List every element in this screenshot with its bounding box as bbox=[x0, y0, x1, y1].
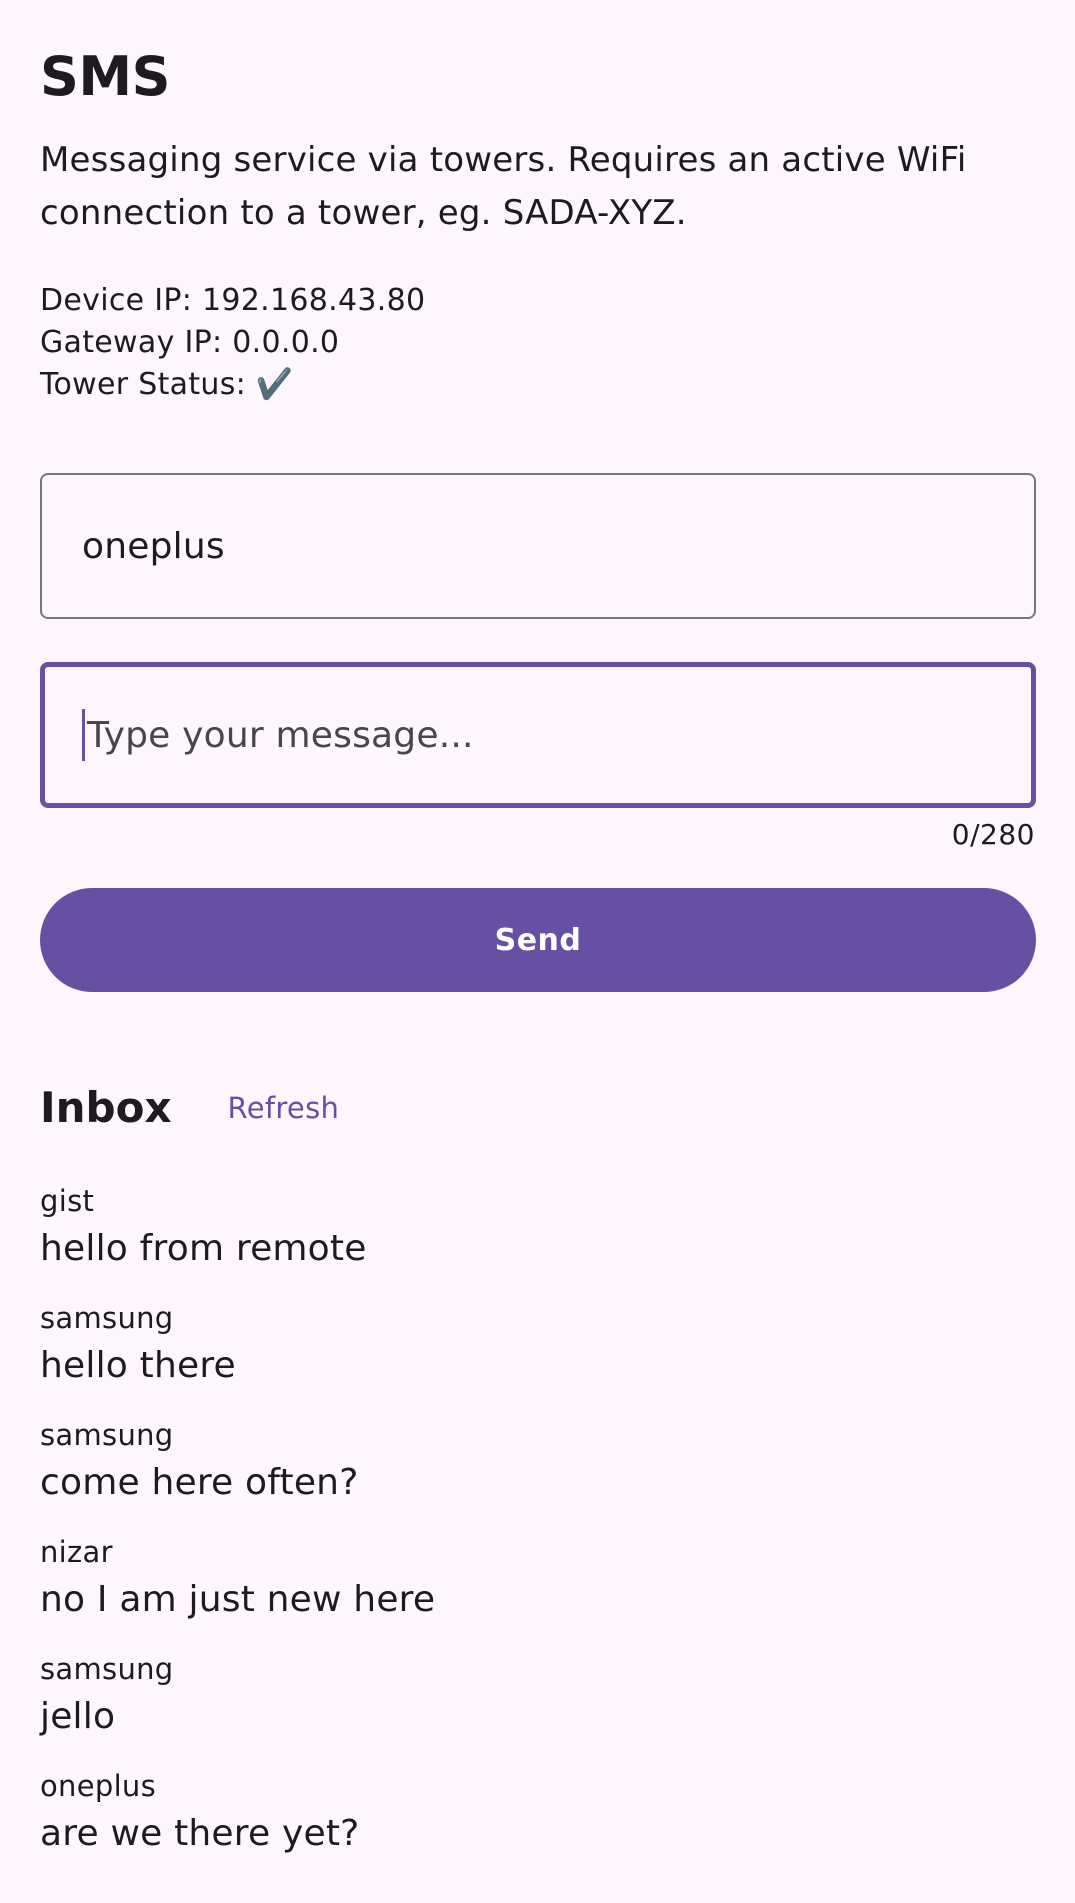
inbox-item: samsung come here often? bbox=[40, 1414, 435, 1531]
connection-info: Device IP: 192.168.43.80 Gateway IP: 0.0… bbox=[40, 280, 425, 406]
sms-screen: SMS Messaging service via towers. Requir… bbox=[0, 0, 1075, 1903]
message-sender: samsung bbox=[40, 1418, 174, 1452]
device-ip-text: Device IP: 192.168.43.80 bbox=[40, 283, 426, 318]
message-placeholder: Type your message... bbox=[87, 714, 474, 756]
inbox-item: samsung jello bbox=[40, 1648, 435, 1765]
inbox-title: Inbox bbox=[40, 1083, 172, 1132]
page-description: Messaging service via towers. Requires a… bbox=[40, 140, 967, 233]
recipient-field[interactable]: oneplus bbox=[40, 473, 1036, 619]
check-mark-icon: ✔️ bbox=[255, 367, 294, 402]
recipient-value[interactable]: oneplus bbox=[82, 475, 225, 617]
inbox-header: Inbox Refresh bbox=[40, 1080, 339, 1136]
text-cursor bbox=[82, 709, 85, 761]
send-button[interactable]: Send bbox=[40, 888, 1036, 992]
page-title: SMS bbox=[40, 45, 171, 108]
refresh-button[interactable]: Refresh bbox=[228, 1091, 340, 1125]
message-text: come here often? bbox=[40, 1462, 359, 1503]
message-text: jello bbox=[40, 1696, 116, 1737]
message-text: hello from remote bbox=[40, 1228, 367, 1269]
message-text: are we there yet? bbox=[40, 1813, 360, 1854]
message-sender: samsung bbox=[40, 1301, 174, 1335]
message-input[interactable]: Type your message... bbox=[82, 667, 474, 803]
inbox-item: samsung hello there bbox=[40, 1297, 435, 1414]
tower-status-label: Tower Status: bbox=[40, 367, 256, 402]
gateway-ip-text: Gateway IP: 0.0.0.0 bbox=[40, 325, 340, 360]
char-counter: 0/280 bbox=[951, 818, 1035, 851]
message-text: hello there bbox=[40, 1345, 236, 1386]
inbox-item: gist hello from remote bbox=[40, 1180, 435, 1297]
inbox-list: gist hello from remote samsung hello the… bbox=[40, 1180, 435, 1882]
message-sender: nizar bbox=[40, 1535, 113, 1569]
inbox-item: oneplus are we there yet? bbox=[40, 1765, 435, 1882]
message-sender: samsung bbox=[40, 1652, 174, 1686]
message-text: no I am just new here bbox=[40, 1579, 436, 1620]
message-field[interactable]: Type your message... bbox=[40, 662, 1036, 808]
message-sender: gist bbox=[40, 1184, 95, 1218]
inbox-item: nizar no I am just new here bbox=[40, 1531, 435, 1648]
message-sender: oneplus bbox=[40, 1769, 157, 1803]
tower-status-row: Tower Status: ✔️ bbox=[40, 364, 425, 406]
